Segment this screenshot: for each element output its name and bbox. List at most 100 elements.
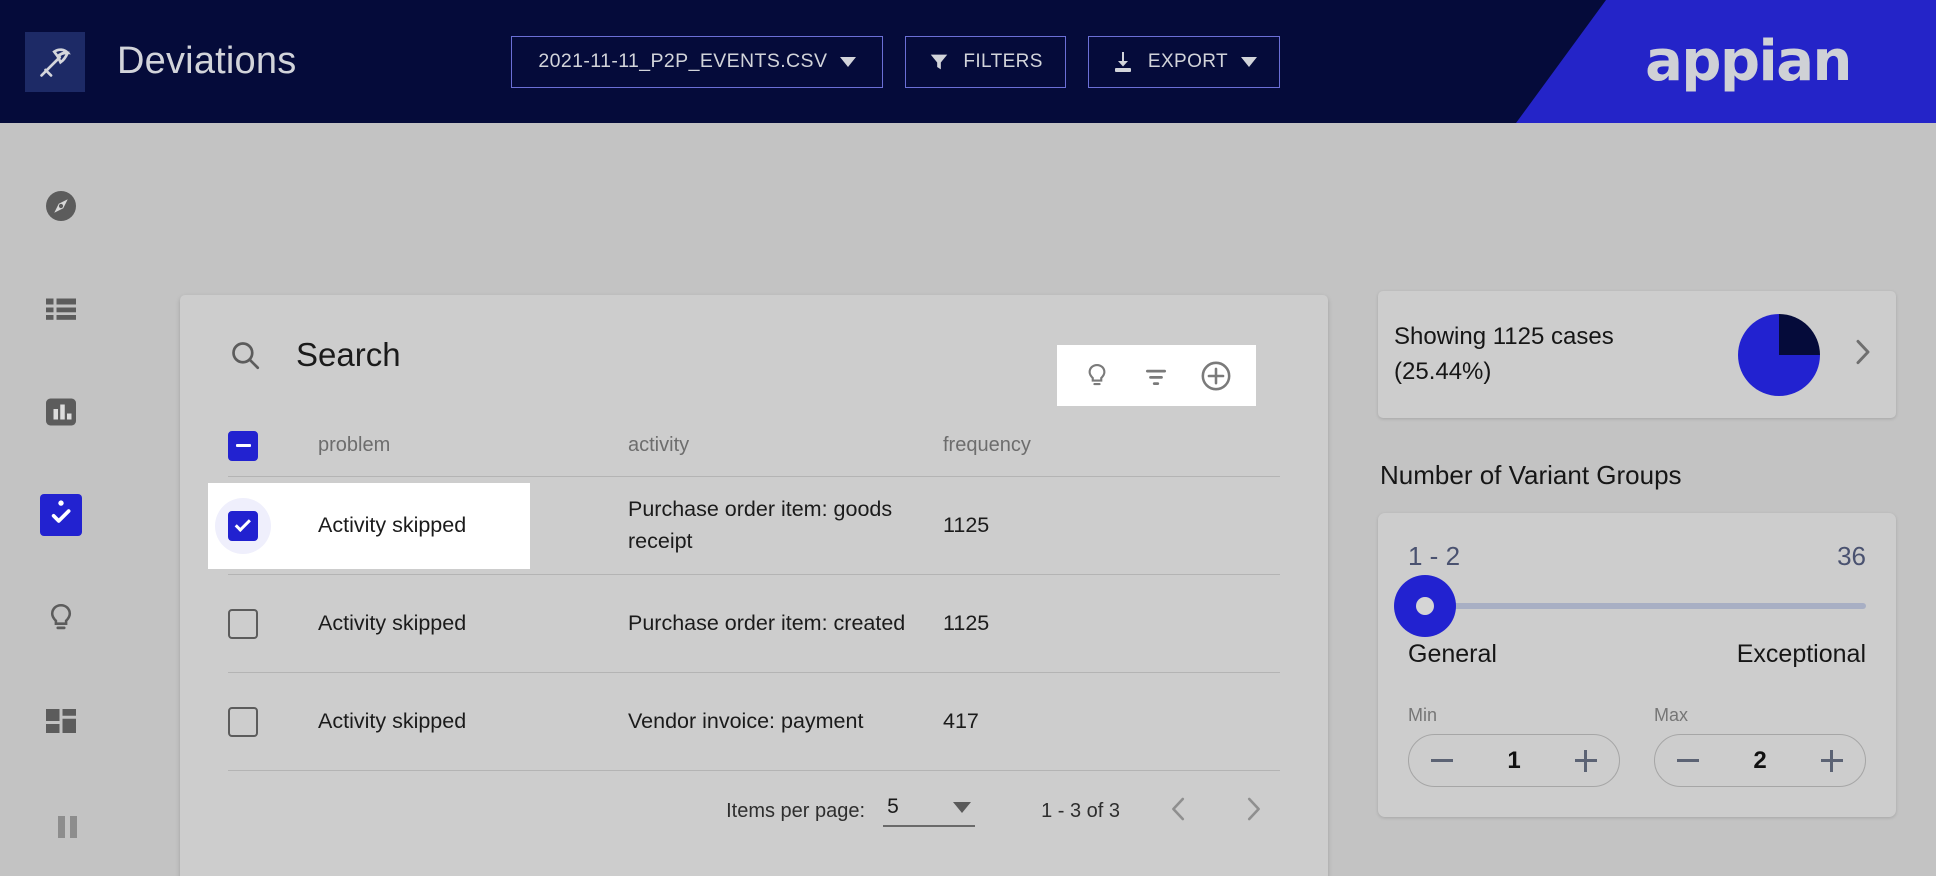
minus-icon xyxy=(1677,759,1699,762)
plus-circle-icon xyxy=(1201,361,1231,390)
chevron-down-icon xyxy=(840,56,857,67)
max-value: 2 xyxy=(1753,746,1767,774)
slider-track[interactable] xyxy=(1408,603,1866,609)
table-row[interactable]: Activity skipped Vendor invoice: payment… xyxy=(228,673,1280,771)
insight-action-button[interactable] xyxy=(1074,353,1120,399)
max-increment-button[interactable] xyxy=(1820,749,1843,772)
slider-end-labels: General Exceptional xyxy=(1408,640,1866,669)
header-controls: 2021-11-11_P2P_EVENTS.CSV FILTERS EXPORT xyxy=(511,35,1281,88)
prev-page-button[interactable] xyxy=(1164,794,1194,829)
page-title: Deviations xyxy=(117,40,297,82)
min-stepper: 1 xyxy=(1408,734,1620,787)
chevron-right-icon xyxy=(1247,797,1260,820)
next-page-button[interactable] xyxy=(1238,794,1268,829)
cases-summary-card[interactable]: Showing 1125 cases (25.44%) xyxy=(1378,291,1896,418)
appian-wordmark: appian xyxy=(1645,29,1852,94)
variant-groups-title: Number of Variant Groups xyxy=(1380,460,1682,490)
clipboard-check-icon xyxy=(48,500,74,530)
row-select-cell xyxy=(228,706,318,737)
table-row[interactable]: Activity skipped Purchase order item: go… xyxy=(208,477,1280,575)
slider-label-exceptional: Exceptional xyxy=(1736,640,1866,668)
min-increment-button[interactable] xyxy=(1574,749,1597,772)
items-per-page-label: Items per page: xyxy=(726,799,866,822)
search-row: Search xyxy=(180,295,1328,415)
max-label: Max xyxy=(1654,705,1689,725)
cell-frequency: 1125 xyxy=(943,512,990,537)
cell-activity: Purchase order item: created xyxy=(628,610,906,635)
cases-pie-chart xyxy=(1738,313,1820,396)
cell-frequency: 417 xyxy=(943,708,979,733)
row-select-cell xyxy=(228,608,318,639)
export-button[interactable]: EXPORT xyxy=(1087,35,1281,88)
variant-range-value: 1 - 2 xyxy=(1408,541,1461,571)
bar-chart-icon xyxy=(46,398,76,426)
sidebar-item-dashboard[interactable] xyxy=(40,700,82,742)
sidebar xyxy=(0,123,122,876)
cases-count-line: Showing 1125 cases xyxy=(1394,323,1614,351)
chevron-right-icon xyxy=(1856,339,1870,365)
slider-thumb[interactable] xyxy=(1394,575,1456,637)
items-per-page-value: 5 xyxy=(887,795,899,818)
variant-groups-slider[interactable] xyxy=(1394,575,1866,637)
add-action-button[interactable] xyxy=(1193,353,1239,399)
filter-lines-icon xyxy=(1146,369,1167,385)
select-all-checkbox[interactable] xyxy=(228,430,258,461)
max-stepper-group: Max 2 xyxy=(1654,705,1866,787)
min-decrement-button[interactable] xyxy=(1431,759,1453,762)
deviations-panel: Search problem activity frequency Activi… xyxy=(180,295,1328,876)
cases-percent-line: (25.44%) xyxy=(1394,357,1492,385)
filter-action-button[interactable] xyxy=(1133,353,1179,399)
app-header: Deviations 2021-11-11_P2P_EVENTS.CSV FIL… xyxy=(0,0,1936,123)
variant-range-max: 36 xyxy=(1837,541,1866,571)
cell-problem: Activity skipped xyxy=(318,512,467,537)
items-per-page-select[interactable]: 5 xyxy=(883,795,976,827)
search-icon xyxy=(232,342,260,370)
cell-problem: Activity skipped xyxy=(318,610,467,635)
slider-label-general: General xyxy=(1408,640,1497,668)
variant-groups-card: 1 - 2 36 General Exceptional Min 1 Max 2 xyxy=(1378,513,1896,817)
dashboard-grid-icon xyxy=(46,709,76,733)
funnel-icon xyxy=(931,54,948,69)
download-icon xyxy=(1114,51,1131,72)
lightbulb-icon xyxy=(50,603,72,630)
column-header-problem[interactable]: problem xyxy=(318,434,628,457)
sidebar-item-insights[interactable] xyxy=(40,597,82,639)
file-select-button[interactable]: 2021-11-11_P2P_EVENTS.CSV xyxy=(511,35,884,88)
row-checkbox[interactable] xyxy=(228,608,258,639)
app-logo xyxy=(25,31,85,92)
chevron-down-icon xyxy=(953,801,972,813)
select-all-cell xyxy=(228,430,318,461)
lightbulb-icon xyxy=(1088,363,1106,385)
cell-frequency: 1125 xyxy=(943,610,990,635)
cell-activity: Vendor invoice: payment xyxy=(628,708,864,733)
search-field[interactable]: Search xyxy=(228,336,401,374)
sidebar-item-cases[interactable] xyxy=(40,288,82,330)
column-header-activity[interactable]: activity xyxy=(628,434,943,457)
table-row[interactable]: Activity skipped Purchase order item: cr… xyxy=(228,575,1280,673)
sidebar-item-deviations[interactable] xyxy=(40,494,82,536)
row-select-cell xyxy=(215,497,318,554)
pagination: Items per page: 5 1 - 3 of 3 xyxy=(180,771,1328,851)
minus-icon xyxy=(1431,759,1453,762)
right-panel: Showing 1125 cases (25.44%) Number of Va… xyxy=(1378,291,1896,817)
column-header-frequency[interactable]: frequency xyxy=(943,434,1280,457)
plus-icon xyxy=(1820,749,1843,772)
search-input[interactable]: Search xyxy=(296,336,401,374)
cell-problem: Activity skipped xyxy=(318,708,467,733)
sidebar-item-explore[interactable] xyxy=(40,185,82,227)
body-area: Search problem activity frequency Activi… xyxy=(0,123,1936,876)
deviations-table: problem activity frequency Activity skip… xyxy=(180,415,1328,771)
chevron-down-icon xyxy=(1241,56,1258,67)
max-decrement-button[interactable] xyxy=(1677,759,1699,762)
min-value: 1 xyxy=(1507,746,1521,774)
pagination-range: 1 - 3 of 3 xyxy=(1041,799,1120,822)
indeterminate-dash-icon xyxy=(235,443,251,448)
filters-button[interactable]: FILTERS xyxy=(905,35,1066,88)
min-label: Min xyxy=(1408,705,1438,725)
pause-glyph xyxy=(58,816,77,838)
chevron-left-icon xyxy=(1172,797,1185,820)
table-header-row: problem activity frequency xyxy=(228,415,1280,477)
cases-card-expand-button[interactable] xyxy=(1846,336,1878,373)
row-checkbox[interactable] xyxy=(228,706,258,737)
sidebar-item-analytics[interactable] xyxy=(40,391,82,433)
